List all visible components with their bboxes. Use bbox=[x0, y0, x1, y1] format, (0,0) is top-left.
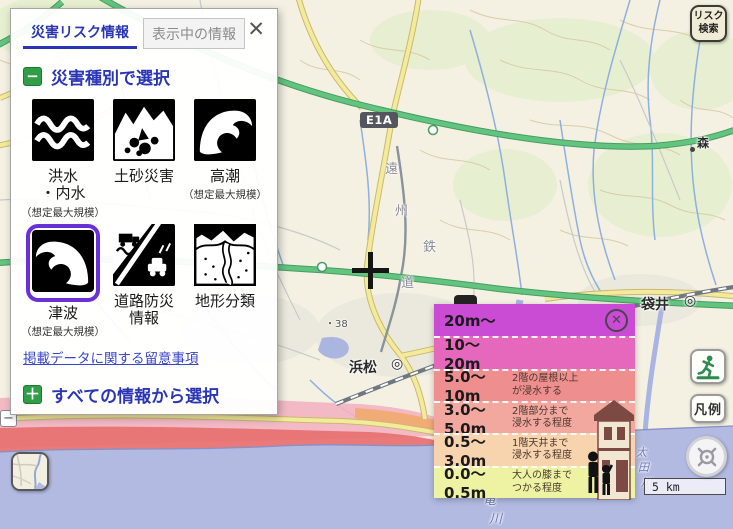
legend-row: 5.0〜10m 2階の屋根以上が浸水する bbox=[434, 369, 635, 401]
rail-label-4: 道 bbox=[401, 272, 414, 291]
disaster-type-road[interactable]: 道路防災情報 bbox=[104, 224, 184, 339]
tile-label-line1: 地形分類 bbox=[195, 293, 255, 310]
depth-range: 20m〜 bbox=[444, 310, 512, 331]
depth-desc-line1: 2階の屋根以上 bbox=[512, 373, 578, 386]
tile-label-line1: 高潮 bbox=[210, 168, 240, 185]
landform-icon bbox=[194, 224, 256, 286]
depth-desc-line2: が浸水する bbox=[512, 386, 578, 399]
depth-desc-line1: 2階部分まで bbox=[512, 406, 572, 419]
storm-surge-icon bbox=[194, 99, 256, 161]
city-marker-fukuroi: ◎ bbox=[684, 293, 696, 309]
risk-search-label-line1: リスク bbox=[694, 11, 724, 24]
disaster-type-flood[interactable]: 洪水・内水 （想定最大規模） bbox=[23, 99, 103, 220]
tile-label-line2: 情報 bbox=[114, 310, 174, 327]
section-all-info[interactable]: ＋ すべての情報から選択 bbox=[23, 382, 265, 407]
city-label-fukuroi: 袋井 bbox=[641, 294, 669, 314]
tile-label-line1: 津波 bbox=[48, 305, 78, 322]
tsunami-icon bbox=[32, 230, 94, 292]
disaster-risk-panel: 災害リスク情報 表示中の情報 ✕ − 災害種別で選択 洪水・内水 （想定最大規模… bbox=[10, 8, 278, 415]
tile-label-line1: 洪水 bbox=[40, 168, 85, 185]
compass-crosshair-icon bbox=[694, 444, 720, 470]
risk-search-label-line2: 検索 bbox=[699, 24, 719, 37]
legend-toggle-button[interactable]: 凡例 bbox=[690, 394, 726, 423]
disaster-type-landform[interactable]: 地形分類 bbox=[185, 224, 265, 339]
overview-map-thumbnail bbox=[13, 454, 47, 489]
tab-displayed-info[interactable]: 表示中の情報 bbox=[143, 18, 245, 49]
section-disaster-type[interactable]: − 災害種別で選択 bbox=[23, 64, 265, 89]
panel-tabs: 災害リスク情報 表示中の情報 bbox=[23, 17, 265, 49]
city-marker-hamamatsu: ◎ bbox=[391, 356, 403, 372]
tsunami-depth-legend: 20m〜 ✕ 10〜20m 5.0〜10m 2階の屋根以上が浸水する 3.0〜5… bbox=[434, 304, 635, 498]
tile-label-line1: 土砂災害 bbox=[114, 168, 174, 185]
section-title-disaster-type: 災害種別で選択 bbox=[51, 64, 170, 89]
tile-sub-label: （想定最大規模） bbox=[183, 187, 267, 202]
river-label-ota-1: 太 bbox=[636, 444, 647, 460]
tile-sub-label: （想定最大規模） bbox=[21, 324, 105, 339]
elevation-label: ・38 bbox=[325, 315, 348, 330]
depth-desc-line2: つかる程度 bbox=[512, 483, 572, 496]
flood-icon bbox=[32, 99, 94, 161]
depth-desc-line1: 1階天井まで bbox=[512, 438, 572, 451]
map-scale-bar: 5 km bbox=[644, 478, 726, 495]
route-badge: E1A bbox=[360, 112, 398, 128]
panel-close-icon[interactable]: ✕ bbox=[247, 19, 265, 40]
legend-close-button[interactable]: ✕ bbox=[605, 309, 628, 332]
depth-desc-line1: 大人の膝まで bbox=[512, 470, 572, 483]
tab-disaster-risk-info[interactable]: 災害リスク情報 bbox=[23, 17, 137, 49]
overview-map-button[interactable] bbox=[11, 452, 49, 491]
rail-label-2: 州 bbox=[395, 200, 408, 219]
city-label-hamamatsu: 浜松 bbox=[349, 357, 377, 377]
river-label-ota-2: 田 bbox=[638, 459, 649, 475]
expand-icon[interactable]: ＋ bbox=[23, 385, 42, 404]
tile-label-line2: ・内水 bbox=[40, 185, 85, 202]
town-marker-mori bbox=[690, 147, 695, 152]
section-title-all-info: すべての情報から選択 bbox=[51, 382, 219, 407]
town-label-mori: 森 bbox=[697, 134, 709, 151]
evacuation-site-button[interactable] bbox=[690, 349, 726, 384]
disaster-type-landslide[interactable]: 土砂災害 bbox=[104, 99, 184, 220]
collapse-icon[interactable]: − bbox=[23, 67, 42, 86]
disaster-type-grid: 洪水・内水 （想定最大規模） 土砂災害 bbox=[23, 99, 265, 339]
people-silhouette-icon bbox=[585, 451, 613, 498]
legend-toggle-label: 凡例 bbox=[694, 399, 722, 418]
disaster-type-storm-surge[interactable]: 高潮 （想定最大規模） bbox=[185, 99, 265, 220]
scale-label: 5 km bbox=[652, 480, 680, 494]
hazard-map-app: E1A 森 袋井 ◎ 浜松 ◎ ・38 遠 州 鉄 道 竜 川 太 田 川 + … bbox=[0, 0, 733, 529]
depth-range: 0.0〜0.5m bbox=[444, 463, 512, 502]
running-person-icon bbox=[695, 354, 721, 380]
river-label-tenryu-2: 川 bbox=[489, 508, 502, 527]
current-location-button[interactable] bbox=[686, 436, 727, 477]
rail-label-1: 遠 bbox=[385, 158, 398, 177]
risk-search-button[interactable]: リスク 検索 bbox=[690, 5, 727, 42]
rail-label-3: 鉄 bbox=[423, 236, 436, 255]
landslide-icon bbox=[113, 99, 175, 161]
depth-desc-line2: 浸水する程度 bbox=[512, 418, 572, 431]
tile-label-line1: 道路防災 bbox=[114, 293, 174, 310]
depth-desc-line2: 浸水する程度 bbox=[512, 450, 572, 463]
data-notes-link[interactable]: 掲載データに関する留意事項 bbox=[23, 347, 199, 367]
road-disaster-icon bbox=[113, 224, 175, 286]
legend-row: 10〜20m bbox=[434, 336, 635, 368]
map-center-crosshair bbox=[352, 252, 389, 289]
legend-row: 20m〜 ✕ bbox=[434, 304, 635, 336]
tile-sub-label: （想定最大規模） bbox=[21, 205, 105, 220]
disaster-type-tsunami[interactable]: 津波 （想定最大規模） bbox=[23, 224, 103, 339]
